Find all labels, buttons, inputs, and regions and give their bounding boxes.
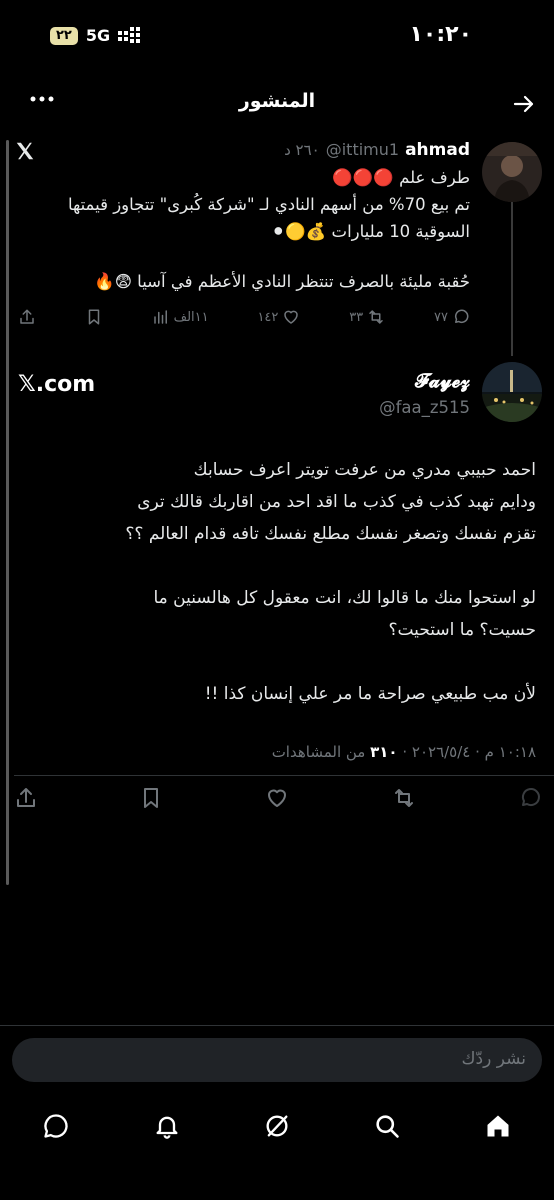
- post-views-count: ٣١٠: [370, 743, 398, 761]
- views-stat[interactable]: ١١الف: [152, 308, 209, 326]
- share-icon[interactable]: [14, 786, 38, 810]
- home-icon[interactable]: [484, 1112, 512, 1140]
- divider: [14, 775, 554, 776]
- bookmark-icon[interactable]: [139, 786, 163, 810]
- quoted-time: ٢٦٠ د: [284, 141, 320, 159]
- status-time: ١٠:٢٠: [409, 22, 472, 47]
- post-text-line: ودايم تهبد كذب في كذب ما اقد احد من اقار…: [137, 492, 536, 512]
- reposts-count: ٣٣: [349, 309, 364, 325]
- like-stat[interactable]: ١٤٢: [257, 308, 300, 326]
- reply-placeholder: نشر ردّك: [461, 1049, 526, 1069]
- quoted-header: ahmad @ittimu1 ٢٦٠ د: [284, 140, 470, 160]
- avatar-fayez[interactable]: [482, 362, 542, 422]
- divider: [0, 1025, 554, 1026]
- bottom-nav: [0, 1100, 554, 1150]
- post-timestamp: ١٠:١٨ م · ٢٠٢٦/٥/٤ ·: [397, 743, 536, 761]
- battery-indicator: ٢٢: [50, 26, 78, 45]
- messages-icon[interactable]: [42, 1112, 70, 1140]
- thread-connector: [511, 200, 513, 356]
- back-arrow-icon[interactable]: [512, 92, 536, 116]
- like-icon[interactable]: [264, 786, 290, 810]
- notifications-icon[interactable]: [153, 1112, 181, 1140]
- reply-icon[interactable]: [518, 786, 542, 810]
- quoted-text-line: السوقية 10 مليارات 💰🟡⚫: [271, 222, 470, 241]
- quoted-handle[interactable]: @ittimu1: [326, 140, 399, 159]
- x-logo-icon: [14, 140, 36, 162]
- quoted-text-line: طرف علم 🔴🔴🔴: [332, 168, 470, 187]
- post-text-line: تقزم نفسك وتصغر نفسك مطلع نفسك تافه قدام…: [125, 524, 536, 544]
- share-icon[interactable]: [18, 308, 36, 326]
- quoted-text-line: حُقبة مليئة بالصرف تنتظر النادي الأعظم ف…: [94, 272, 470, 291]
- post-text-line: حسيت؟ ما استحيت؟: [388, 620, 536, 640]
- replies-count: ٧٧: [433, 309, 448, 325]
- quoted-text-line: تم بيع 70% من أسهم النادي لـ "شركة كُبرى…: [67, 195, 470, 214]
- reply-stat[interactable]: ٧٧: [434, 308, 470, 326]
- repost-icon[interactable]: [391, 786, 417, 810]
- post-text-line: لو استحوا منك ما قالوا لك، انت معقول كل …: [153, 588, 536, 608]
- avatar-ahmad[interactable]: [482, 142, 542, 202]
- quoted-actions: ١١الف ١٤٢ ٣٣ ٧٧: [18, 308, 470, 326]
- post-actions: [14, 786, 542, 810]
- source-label[interactable]: 𝕏.com: [18, 372, 95, 397]
- thread-line: [6, 140, 9, 885]
- page-title: المنشور: [238, 90, 316, 112]
- quoted-name[interactable]: ahmad: [405, 140, 470, 160]
- post-text-line: احمد حبيبي مدري من عرفت تويتر اعرف حسابك: [193, 460, 536, 480]
- post-author-handle[interactable]: @faa_z515: [379, 398, 470, 417]
- status-icons: ٢٢ 5G: [50, 26, 142, 45]
- bookmark-icon[interactable]: [85, 308, 103, 326]
- post-text-line: لأن مب طبيعي صراحة ما مر علي إنسان كذا !…: [204, 684, 536, 704]
- signal-icon: [118, 26, 142, 45]
- views-count: ١١الف: [173, 309, 209, 325]
- post-author-name[interactable]: 𝓕𝓪𝔂𝓮𝔃: [415, 370, 470, 392]
- likes-count: ١٤٢: [257, 309, 279, 325]
- search-icon[interactable]: [373, 1112, 401, 1140]
- grok-icon[interactable]: [263, 1112, 291, 1140]
- post-views-label[interactable]: من المشاهدات: [272, 743, 366, 761]
- repost-stat[interactable]: ٣٣: [349, 308, 385, 326]
- reply-input[interactable]: نشر ردّك: [12, 1038, 542, 1082]
- network-label: 5G: [85, 26, 111, 45]
- post-meta: ١٠:١٨ م · ٢٠٢٦/٥/٤ · ٣١٠ من المشاهدات: [272, 743, 536, 761]
